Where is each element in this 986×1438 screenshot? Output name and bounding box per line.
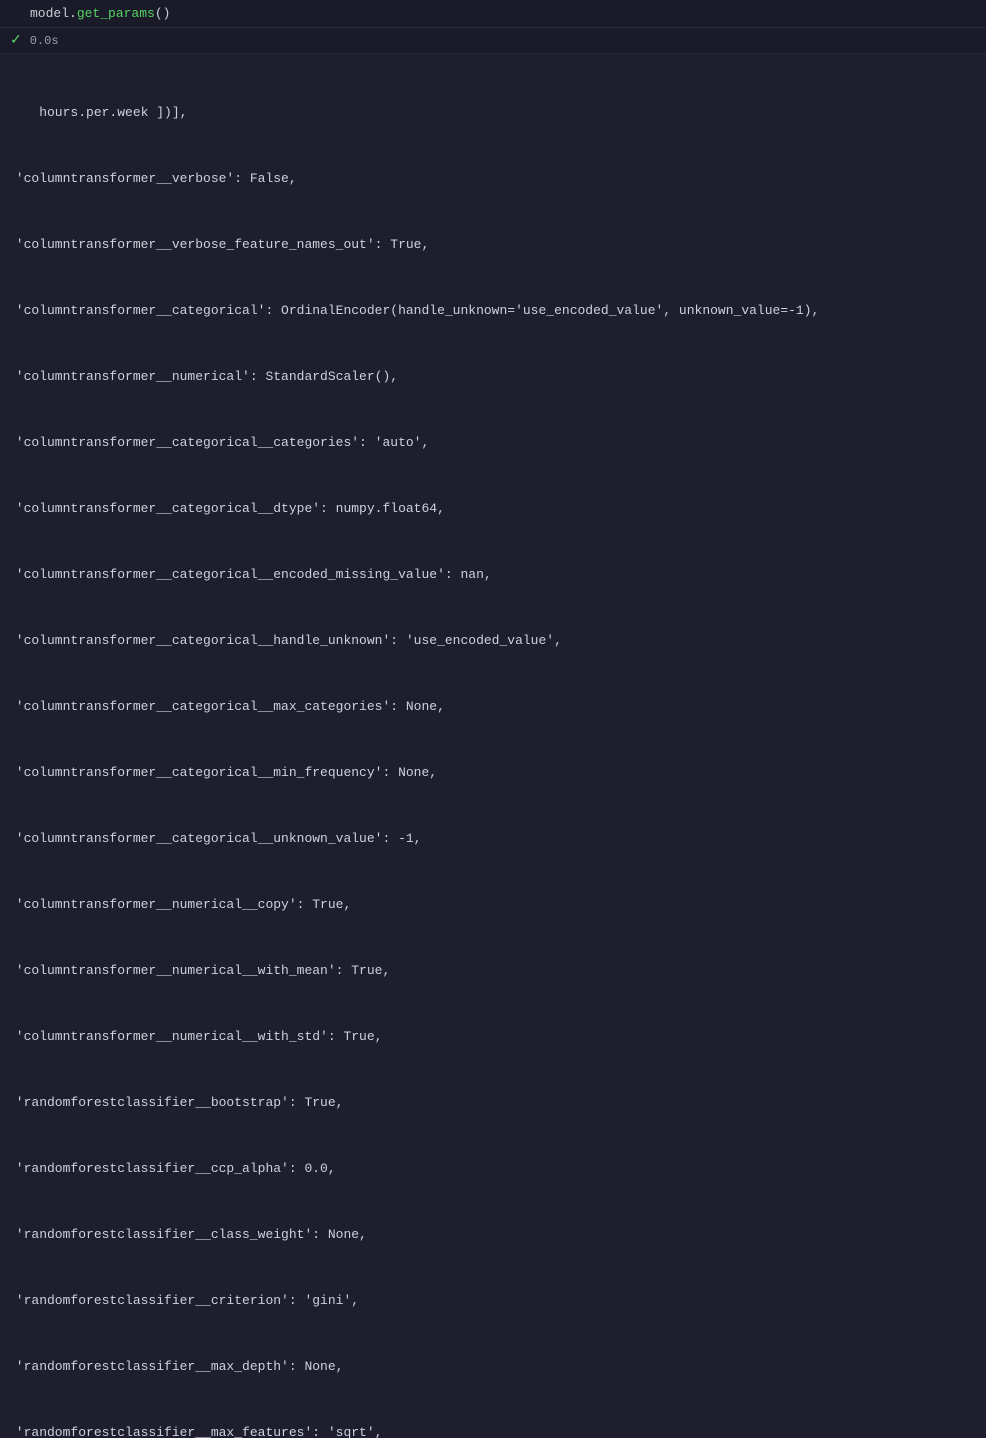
code-method: get_params (77, 6, 155, 21)
execution-status-bar: ✓ 0.0s (0, 28, 986, 54)
code-parens: () (155, 6, 171, 21)
output-line: 'randomforestclassifier__criterion': 'gi… (8, 1290, 986, 1312)
output-line: 'columntransformer__numerical': Standard… (8, 366, 986, 388)
output-line: 'randomforestclassifier__class_weight': … (8, 1224, 986, 1246)
output-line: 'columntransformer__categorical__max_cat… (8, 696, 986, 718)
code-input-line[interactable]: model.get_params() (30, 6, 956, 21)
output-line: 'columntransformer__categorical__categor… (8, 432, 986, 454)
output-line: 'columntransformer__categorical__dtype':… (8, 498, 986, 520)
output-line: 'randomforestclassifier__ccp_alpha': 0.0… (8, 1158, 986, 1180)
code-object: model. (30, 6, 77, 21)
output-line: hours.per.week ])], (8, 102, 986, 124)
output-line: 'randomforestclassifier__max_features': … (8, 1422, 986, 1438)
cell-output[interactable]: hours.per.week ])], 'columntransformer__… (0, 54, 986, 1438)
output-line: 'columntransformer__verbose': False, (8, 168, 986, 190)
output-line: 'columntransformer__verbose_feature_name… (8, 234, 986, 256)
output-line: 'columntransformer__numerical__copy': Tr… (8, 894, 986, 916)
output-line: 'columntransformer__categorical__encoded… (8, 564, 986, 586)
execution-time: 0.0s (30, 34, 59, 48)
output-line: 'columntransformer__categorical__handle_… (8, 630, 986, 652)
output-line: 'randomforestclassifier__bootstrap': Tru… (8, 1092, 986, 1114)
output-line: 'columntransformer__categorical__unknown… (8, 828, 986, 850)
code-cell-header[interactable]: model.get_params() (0, 0, 986, 28)
output-line: 'columntransformer__numerical__with_std'… (8, 1026, 986, 1048)
output-line: 'columntransformer__categorical': Ordina… (8, 300, 986, 322)
check-icon: ✓ (10, 32, 22, 49)
output-line: 'columntransformer__categorical__min_fre… (8, 762, 986, 784)
output-line: 'columntransformer__numerical__with_mean… (8, 960, 986, 982)
output-line: 'randomforestclassifier__max_depth': Non… (8, 1356, 986, 1378)
